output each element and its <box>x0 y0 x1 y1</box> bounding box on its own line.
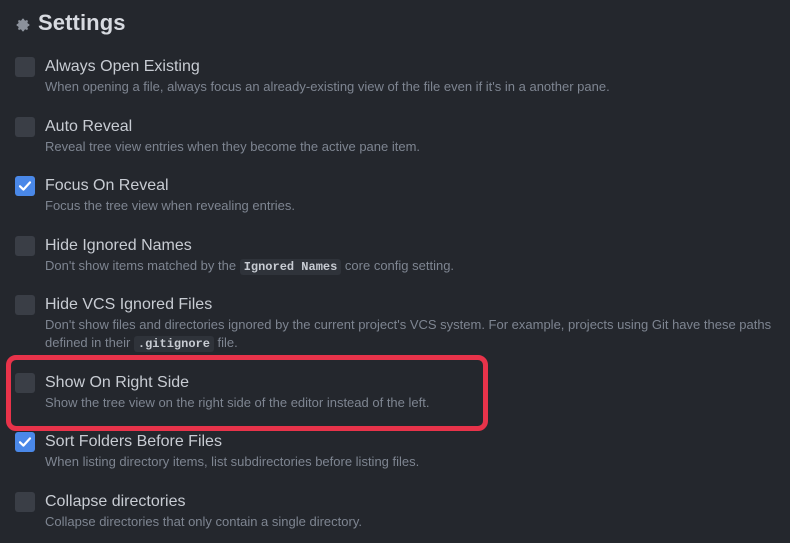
setting-label: Auto Reveal <box>45 118 133 135</box>
setting-description: When listing directory items, list subdi… <box>45 454 420 469</box>
settings-panel: Settings Always Open Existing When openi… <box>0 0 790 543</box>
description-text: Don't show items matched by the <box>45 258 240 273</box>
sort-folders-before-files-checkbox[interactable] <box>15 432 35 452</box>
checkmark-icon <box>18 437 32 447</box>
setting-label: Show On Right Side <box>45 374 190 391</box>
description-text: file. <box>213 335 238 350</box>
gear-icon <box>16 18 30 31</box>
setting-description: Reveal tree view entries when they becom… <box>45 139 421 154</box>
highlight-annotation <box>6 355 488 431</box>
collapse-directories-checkbox[interactable] <box>15 492 35 512</box>
gitignore-code: .gitignore <box>133 336 214 352</box>
show-on-right-side-checkbox[interactable] <box>15 373 35 393</box>
hide-vcs-ignored-files-checkbox[interactable] <box>15 295 35 315</box>
setting-label: Focus On Reveal <box>45 177 169 194</box>
description-text: core config setting. <box>341 258 455 273</box>
setting-description: Don't show items matched by the Ignored … <box>45 257 785 276</box>
setting-description: Collapse directories that only contain a… <box>45 514 362 529</box>
page-title: Settings <box>38 10 126 35</box>
setting-description: Show the tree view on the right side of … <box>45 395 430 410</box>
setting-label: Hide VCS Ignored Files <box>45 296 213 313</box>
setting-label: Always Open Existing <box>45 58 200 75</box>
checkmark-icon <box>18 181 32 191</box>
setting-label: Hide Ignored Names <box>45 237 192 254</box>
config-key-code: Ignored Names <box>239 259 342 275</box>
settings-header: Settings <box>15 8 126 38</box>
setting-label: Collapse directories <box>45 493 186 510</box>
setting-description: Don't show files and directories ignored… <box>45 316 785 353</box>
setting-description: When opening a file, always focus an alr… <box>45 79 610 94</box>
auto-reveal-checkbox[interactable] <box>15 117 35 137</box>
hide-ignored-names-checkbox[interactable] <box>15 236 35 256</box>
focus-on-reveal-checkbox[interactable] <box>15 176 35 196</box>
always-open-existing-checkbox[interactable] <box>15 57 35 77</box>
setting-label: Sort Folders Before Files <box>45 433 222 450</box>
setting-description: Focus the tree view when revealing entri… <box>45 198 296 213</box>
